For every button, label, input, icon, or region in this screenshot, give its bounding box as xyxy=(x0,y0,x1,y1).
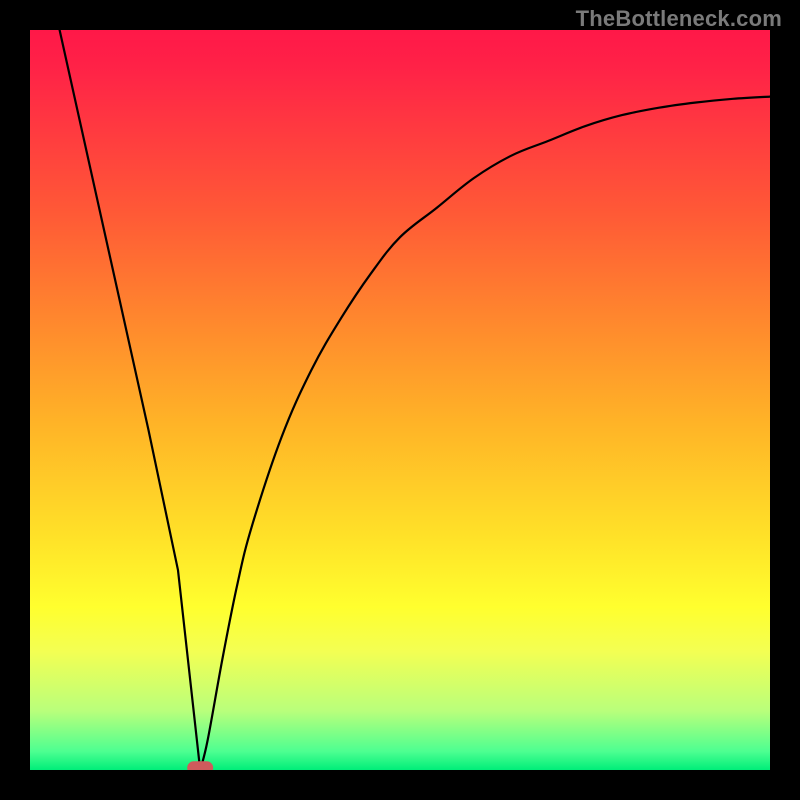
bottleneck-curve xyxy=(60,30,770,770)
minimum-marker-icon xyxy=(187,761,213,770)
watermark-label: TheBottleneck.com xyxy=(576,6,782,32)
curve-svg xyxy=(30,30,770,770)
plot-area xyxy=(30,30,770,770)
chart-frame: TheBottleneck.com xyxy=(0,0,800,800)
